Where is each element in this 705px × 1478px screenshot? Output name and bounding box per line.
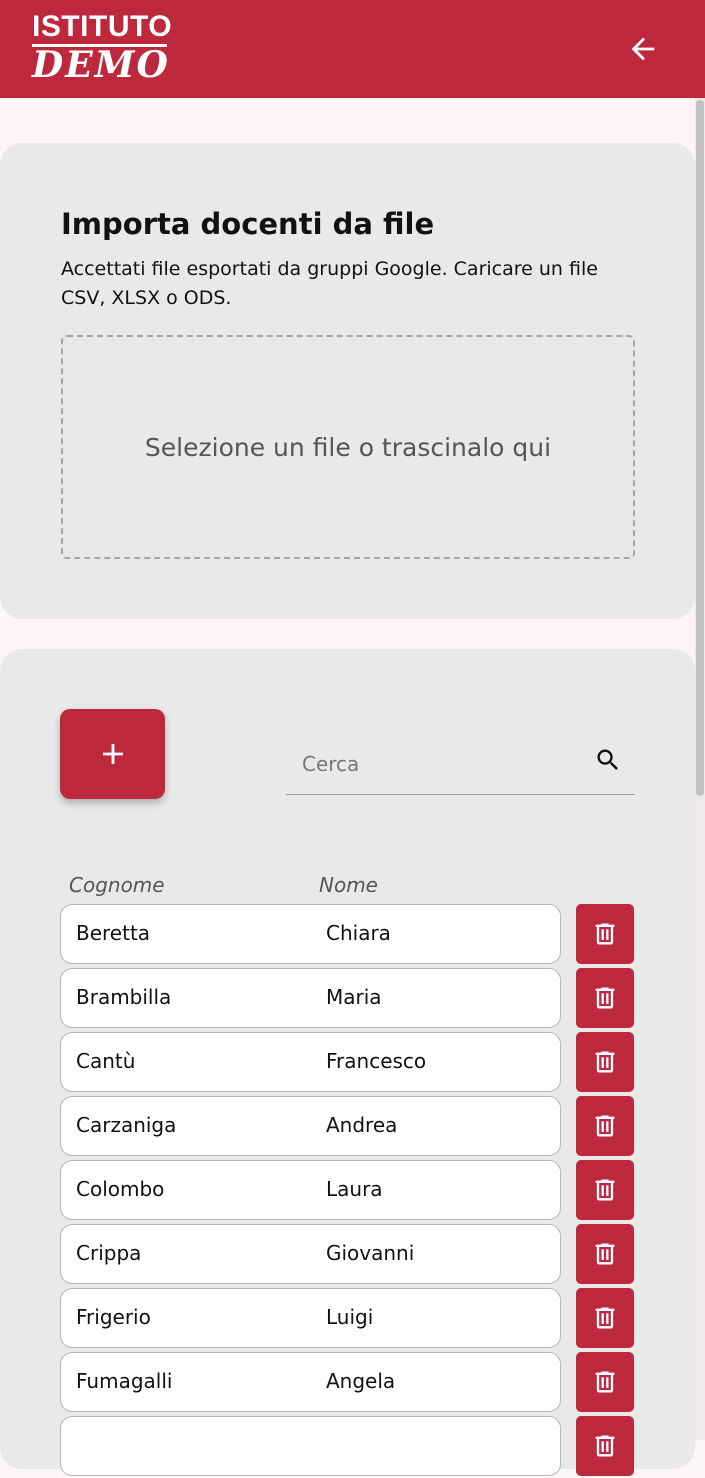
istituto-demo-logo: ISTITUTO DEMO: [32, 12, 172, 85]
dropzone-label: Selezione un file o trascinalo qui: [144, 432, 552, 462]
teacher-name: Luigi: [326, 1305, 374, 1329]
teacher-surname: Fumagalli: [76, 1369, 173, 1393]
teacher-name: Andrea: [326, 1113, 398, 1137]
teacher-name: Maria: [326, 985, 382, 1009]
logo-script-text: DEMO: [32, 44, 170, 86]
teacher-name: Laura: [326, 1177, 383, 1201]
app-header: ISTITUTO DEMO: [0, 0, 705, 98]
trash-icon: [595, 1115, 615, 1137]
teacher-row[interactable]: Carzaniga Andrea: [60, 1096, 561, 1156]
trash-icon: [595, 987, 615, 1009]
delete-teacher-button[interactable]: [576, 904, 634, 964]
teacher-name: Chiara: [326, 921, 391, 945]
teacher-row[interactable]: Frigerio Luigi: [60, 1288, 561, 1348]
delete-teacher-button[interactable]: [576, 1288, 634, 1348]
delete-teacher-button[interactable]: [576, 1096, 634, 1156]
plus-icon: [102, 744, 123, 764]
file-dropzone[interactable]: Selezione un file o trascinalo qui: [61, 335, 635, 559]
search-input[interactable]: [300, 743, 584, 785]
teacher-surname: Brambilla: [76, 985, 172, 1009]
search-field[interactable]: [286, 737, 635, 795]
teacher-row[interactable]: Beretta Chiara: [60, 904, 561, 964]
add-teacher-button[interactable]: [60, 709, 165, 799]
delete-teacher-button[interactable]: [576, 1032, 634, 1092]
teacher-surname: Beretta: [76, 921, 151, 945]
search-icon[interactable]: [594, 746, 622, 774]
import-card: Importa docenti da file Accettati file e…: [0, 143, 695, 619]
column-header-name: Nome: [319, 873, 378, 897]
trash-icon: [595, 1435, 615, 1457]
teachers-list-card: Cognome Nome Beretta Chiara Brambilla Ma…: [0, 649, 695, 1476]
teacher-name: Giovanni: [326, 1241, 415, 1265]
teacher-row[interactable]: Fumagalli Angela: [60, 1352, 561, 1412]
column-header-surname: Cognome: [69, 873, 165, 897]
teacher-surname: Carzaniga: [76, 1113, 177, 1137]
trash-icon: [595, 1371, 615, 1393]
teacher-row[interactable]: Crippa Giovanni: [60, 1224, 561, 1284]
delete-teacher-button[interactable]: [576, 968, 634, 1028]
back-button[interactable]: [620, 26, 666, 72]
import-title: Importa docenti da file: [61, 207, 435, 241]
delete-teacher-button[interactable]: [576, 1416, 634, 1476]
teacher-surname: Colombo: [76, 1177, 165, 1201]
teacher-row[interactable]: [60, 1416, 561, 1476]
teacher-row[interactable]: Brambilla Maria: [60, 968, 561, 1028]
page-scrollbar[interactable]: [695, 98, 705, 1440]
delete-teacher-button[interactable]: [576, 1224, 634, 1284]
teacher-row[interactable]: Cantù Francesco: [60, 1032, 561, 1092]
teacher-name: Francesco: [326, 1049, 427, 1073]
import-description: Accettati file esportati da gruppi Googl…: [61, 258, 598, 309]
scrollbar-thumb[interactable]: [696, 100, 704, 796]
teacher-surname: Frigerio: [76, 1305, 151, 1329]
delete-teacher-button[interactable]: [576, 1352, 634, 1412]
trash-icon: [595, 1179, 615, 1201]
teacher-surname: Crippa: [76, 1241, 142, 1265]
trash-icon: [595, 923, 615, 945]
trash-icon: [595, 1243, 615, 1265]
logo-top-text: ISTITUTO: [32, 10, 173, 43]
teacher-surname: Cantù: [76, 1049, 136, 1073]
teacher-row[interactable]: Colombo Laura: [60, 1160, 561, 1220]
delete-teacher-button[interactable]: [576, 1160, 634, 1220]
trash-icon: [595, 1307, 615, 1329]
trash-icon: [595, 1051, 615, 1073]
teacher-name: Angela: [326, 1369, 396, 1393]
arrow-left-icon: [631, 37, 655, 61]
